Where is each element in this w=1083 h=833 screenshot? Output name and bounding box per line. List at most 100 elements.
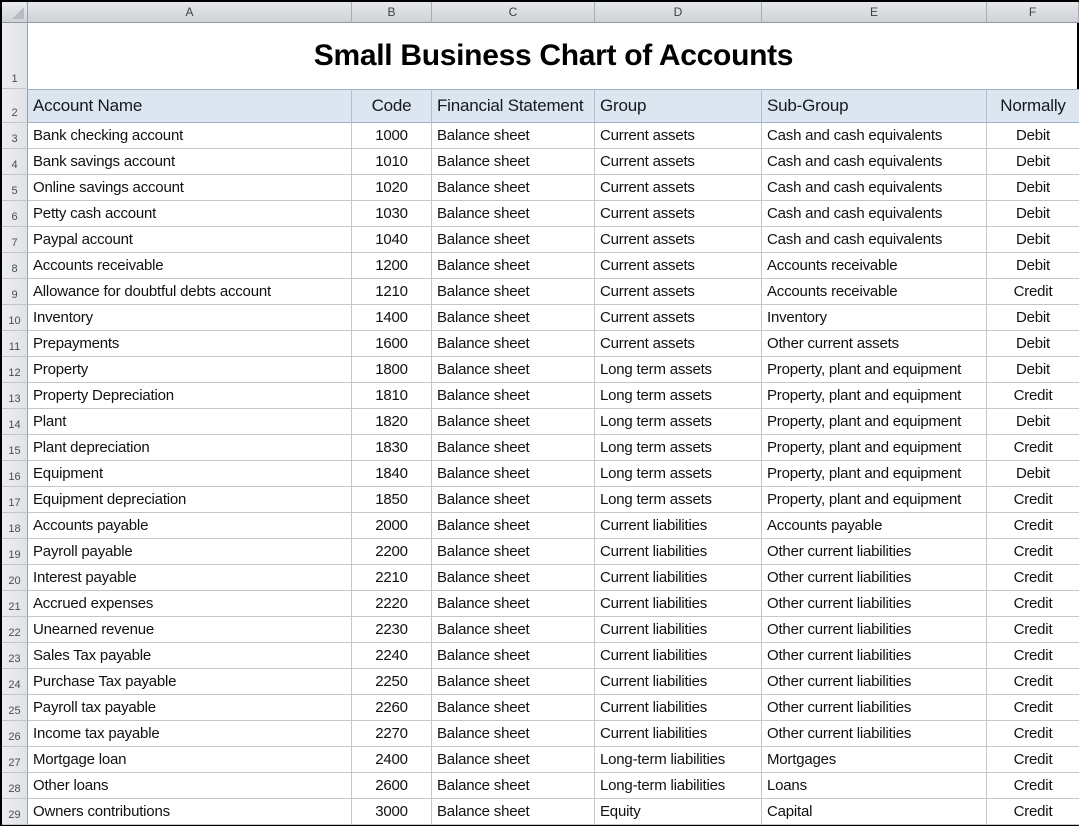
cell-financial-statement[interactable]: Balance sheet bbox=[432, 175, 595, 201]
cell-sub-group[interactable]: Cash and cash equivalents bbox=[762, 175, 987, 201]
cell-financial-statement[interactable]: Balance sheet bbox=[432, 305, 595, 331]
cell-sub-group[interactable]: Mortgages bbox=[762, 747, 987, 773]
cell-group[interactable]: Current liabilities bbox=[595, 669, 762, 695]
cell-account-name[interactable]: Interest payable bbox=[28, 565, 352, 591]
cell-account-name[interactable]: Equipment depreciation bbox=[28, 487, 352, 513]
cell-account-name[interactable]: Allowance for doubtful debts account bbox=[28, 279, 352, 305]
cell-financial-statement[interactable]: Balance sheet bbox=[432, 435, 595, 461]
cell-account-name[interactable]: Bank checking account bbox=[28, 123, 352, 149]
cell-code[interactable]: 2000 bbox=[352, 513, 432, 539]
cell-group[interactable]: Long term assets bbox=[595, 383, 762, 409]
column-header-a[interactable]: A bbox=[28, 2, 352, 23]
row-number[interactable]: 15 bbox=[2, 435, 28, 461]
header-normally[interactable]: Normally bbox=[987, 89, 1079, 123]
header-sub-group[interactable]: Sub-Group bbox=[762, 89, 987, 123]
cell-normally[interactable]: Debit bbox=[987, 227, 1079, 253]
cell-sub-group[interactable]: Loans bbox=[762, 773, 987, 799]
cell-group[interactable]: Current assets bbox=[595, 227, 762, 253]
cell-normally[interactable]: Credit bbox=[987, 799, 1079, 825]
row-number[interactable]: 5 bbox=[2, 175, 28, 201]
cell-code[interactable]: 2400 bbox=[352, 747, 432, 773]
cell-code[interactable]: 1850 bbox=[352, 487, 432, 513]
row-number[interactable]: 26 bbox=[2, 721, 28, 747]
cell-sub-group[interactable]: Other current liabilities bbox=[762, 539, 987, 565]
cell-account-name[interactable]: Owners contributions bbox=[28, 799, 352, 825]
row-number[interactable]: 21 bbox=[2, 591, 28, 617]
cell-financial-statement[interactable]: Balance sheet bbox=[432, 721, 595, 747]
cell-code[interactable]: 1840 bbox=[352, 461, 432, 487]
cell-account-name[interactable]: Accounts payable bbox=[28, 513, 352, 539]
cell-group[interactable]: Long term assets bbox=[595, 409, 762, 435]
header-code[interactable]: Code bbox=[352, 89, 432, 123]
cell-code[interactable]: 1020 bbox=[352, 175, 432, 201]
cell-sub-group[interactable]: Cash and cash equivalents bbox=[762, 201, 987, 227]
cell-group[interactable]: Current assets bbox=[595, 149, 762, 175]
select-all-button[interactable] bbox=[2, 2, 28, 23]
cell-sub-group[interactable]: Property, plant and equipment bbox=[762, 383, 987, 409]
cell-sub-group[interactable]: Property, plant and equipment bbox=[762, 357, 987, 383]
row-number[interactable]: 29 bbox=[2, 799, 28, 825]
cell-financial-statement[interactable]: Balance sheet bbox=[432, 695, 595, 721]
cell-financial-statement[interactable]: Balance sheet bbox=[432, 201, 595, 227]
cell-code[interactable]: 1040 bbox=[352, 227, 432, 253]
cell-group[interactable]: Current assets bbox=[595, 123, 762, 149]
cell-normally[interactable]: Debit bbox=[987, 149, 1079, 175]
cell-account-name[interactable]: Accounts receivable bbox=[28, 253, 352, 279]
cell-financial-statement[interactable]: Balance sheet bbox=[432, 643, 595, 669]
cell-code[interactable]: 2230 bbox=[352, 617, 432, 643]
cell-account-name[interactable]: Equipment bbox=[28, 461, 352, 487]
cell-sub-group[interactable]: Accounts payable bbox=[762, 513, 987, 539]
cell-code[interactable]: 2600 bbox=[352, 773, 432, 799]
cell-group[interactable]: Current liabilities bbox=[595, 565, 762, 591]
page-title[interactable]: Small Business Chart of Accounts bbox=[28, 23, 1079, 89]
cell-code[interactable]: 2220 bbox=[352, 591, 432, 617]
row-number[interactable]: 28 bbox=[2, 773, 28, 799]
cell-account-name[interactable]: Property bbox=[28, 357, 352, 383]
cell-group[interactable]: Current assets bbox=[595, 305, 762, 331]
cell-code[interactable]: 3000 bbox=[352, 799, 432, 825]
cell-normally[interactable]: Debit bbox=[987, 123, 1079, 149]
cell-group[interactable]: Long-term liabilities bbox=[595, 773, 762, 799]
cell-group[interactable]: Current liabilities bbox=[595, 513, 762, 539]
cell-normally[interactable]: Credit bbox=[987, 487, 1079, 513]
cell-financial-statement[interactable]: Balance sheet bbox=[432, 279, 595, 305]
cell-financial-statement[interactable]: Balance sheet bbox=[432, 383, 595, 409]
cell-sub-group[interactable]: Other current liabilities bbox=[762, 643, 987, 669]
cell-sub-group[interactable]: Other current liabilities bbox=[762, 565, 987, 591]
cell-normally[interactable]: Debit bbox=[987, 409, 1079, 435]
cell-sub-group[interactable]: Accounts receivable bbox=[762, 279, 987, 305]
cell-group[interactable]: Current assets bbox=[595, 279, 762, 305]
cell-group[interactable]: Long-term liabilities bbox=[595, 747, 762, 773]
cell-normally[interactable]: Debit bbox=[987, 357, 1079, 383]
cell-group[interactable]: Current liabilities bbox=[595, 695, 762, 721]
cell-normally[interactable]: Credit bbox=[987, 747, 1079, 773]
cell-group[interactable]: Long term assets bbox=[595, 357, 762, 383]
cell-code[interactable]: 1810 bbox=[352, 383, 432, 409]
cell-group[interactable]: Current liabilities bbox=[595, 617, 762, 643]
cell-group[interactable]: Long term assets bbox=[595, 461, 762, 487]
row-number[interactable]: 23 bbox=[2, 643, 28, 669]
cell-normally[interactable]: Credit bbox=[987, 539, 1079, 565]
cell-group[interactable]: Current liabilities bbox=[595, 721, 762, 747]
cell-account-name[interactable]: Online savings account bbox=[28, 175, 352, 201]
row-number[interactable]: 4 bbox=[2, 149, 28, 175]
cell-normally[interactable]: Credit bbox=[987, 617, 1079, 643]
cell-normally[interactable]: Debit bbox=[987, 175, 1079, 201]
cell-normally[interactable]: Credit bbox=[987, 383, 1079, 409]
cell-sub-group[interactable]: Other current liabilities bbox=[762, 695, 987, 721]
cell-code[interactable]: 1210 bbox=[352, 279, 432, 305]
cell-financial-statement[interactable]: Balance sheet bbox=[432, 331, 595, 357]
cell-account-name[interactable]: Plant bbox=[28, 409, 352, 435]
cell-sub-group[interactable]: Property, plant and equipment bbox=[762, 435, 987, 461]
cell-code[interactable]: 2240 bbox=[352, 643, 432, 669]
column-header-f[interactable]: F bbox=[987, 2, 1079, 23]
column-header-d[interactable]: D bbox=[595, 2, 762, 23]
cell-sub-group[interactable]: Inventory bbox=[762, 305, 987, 331]
cell-normally[interactable]: Credit bbox=[987, 513, 1079, 539]
cell-code[interactable]: 1030 bbox=[352, 201, 432, 227]
cell-code[interactable]: 1400 bbox=[352, 305, 432, 331]
cell-financial-statement[interactable]: Balance sheet bbox=[432, 149, 595, 175]
row-number[interactable]: 27 bbox=[2, 747, 28, 773]
cell-normally[interactable]: Debit bbox=[987, 331, 1079, 357]
row-number[interactable]: 25 bbox=[2, 695, 28, 721]
